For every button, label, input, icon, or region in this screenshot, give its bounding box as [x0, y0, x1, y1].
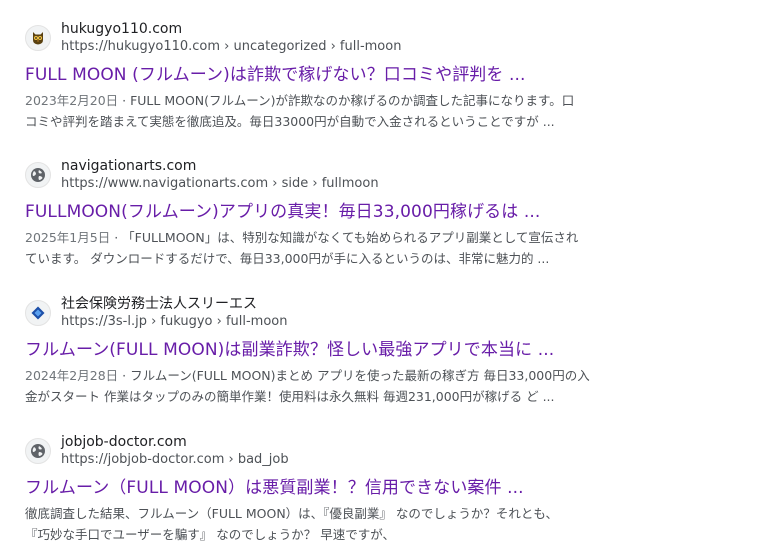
- result-source[interactable]: hukugyo110.com https://hukugyo110.com › …: [25, 20, 755, 56]
- snippet-line-2: 『巧妙な手口でユーザーを騙す』 なのでしょうか？ 早速ですが、: [25, 527, 395, 542]
- search-result: 社会保険労務士法人スリーエス https://3s-l.jp › fukugyo…: [25, 295, 755, 407]
- snippet-line-2: 金がスタート 作業はタップのみの簡単作業！使用料は永久無料 毎週231,000円…: [25, 389, 555, 404]
- result-snippet: 2024年2月28日 · フルムーン(FULL MOON)まとめ アプリを使った…: [25, 365, 645, 407]
- result-title-link[interactable]: フルムーン（FULL MOON）は悪質副業！？信用できない案件 ...: [25, 477, 755, 499]
- result-title-link[interactable]: FULLMOON(フルムーン)アプリの真実！毎日33,000円稼げるは ...: [25, 201, 755, 223]
- snippet-line-2: ています。 ダウンロードするだけで、毎日33,000円が手に入るというのは、非常…: [25, 251, 550, 266]
- diamond-logo-icon: [25, 300, 51, 326]
- site-url: https://3s-l.jp › fukugyo › full-moon: [61, 314, 288, 329]
- result-snippet: 徹底調査した結果、フルムーン（FULL MOON）は、『優良副業』 なのでしょう…: [25, 503, 645, 545]
- site-name: jobjob-doctor.com: [61, 434, 187, 450]
- site-name: 社会保険労務士法人スリーエス: [61, 296, 257, 312]
- site-name: hukugyo110.com: [61, 21, 183, 37]
- search-result: jobjob-doctor.com https://jobjob-doctor.…: [25, 433, 755, 545]
- snippet-line-1: 2024年2月28日 · フルムーン(FULL MOON)まとめ アプリを使った…: [25, 365, 645, 386]
- result-source[interactable]: jobjob-doctor.com https://jobjob-doctor.…: [25, 433, 755, 469]
- site-url: https://www.navigationarts.com › side › …: [61, 176, 379, 191]
- search-result: hukugyo110.com https://hukugyo110.com › …: [25, 20, 755, 132]
- result-title-link[interactable]: フルムーン(FULL MOON)は副業詐欺？怪しい最強アプリで本当に ...: [25, 339, 755, 361]
- snippet-text: · フルムーン(FULL MOON)まとめ アプリを使った最新の稼ぎ方 毎日33…: [118, 368, 590, 383]
- snippet-line-1: 2025年1月5日 · 「FULLMOON」は、特別な知識がなくても始められるア…: [25, 227, 645, 248]
- site-url: https://jobjob-doctor.com › bad_job: [61, 452, 289, 467]
- site-url: https://hukugyo110.com › uncategorized ›…: [61, 39, 402, 54]
- result-source[interactable]: navigationarts.com https://www.navigatio…: [25, 157, 755, 193]
- snippet-text: · FULL MOON(フルムーン)が詐欺なのか稼げるのか調査した記事になります…: [118, 93, 575, 108]
- snippet-text: · 「FULLMOON」は、特別な知識がなくても始められるアプリ副業として宣伝さ…: [110, 230, 579, 245]
- site-name: navigationarts.com: [61, 158, 197, 174]
- result-date: 2023年2月20日: [25, 93, 119, 108]
- search-result: navigationarts.com https://www.navigatio…: [25, 157, 755, 269]
- result-source[interactable]: 社会保険労務士法人スリーエス https://3s-l.jp › fukugyo…: [25, 295, 755, 331]
- result-title-link[interactable]: FULL MOON (フルムーン)は詐欺で稼げない？口コミや評判を ...: [25, 64, 755, 86]
- snippet-line-2: コミや評判を踏まえて実態を徹底追及。毎日33000円が自動で入金されるということ…: [25, 114, 555, 129]
- snippet-line-1: 徹底調査した結果、フルムーン（FULL MOON）は、『優良副業』 なのでしょう…: [25, 506, 559, 521]
- result-snippet: 2025年1月5日 · 「FULLMOON」は、特別な知識がなくても始められるア…: [25, 227, 645, 269]
- result-date: 2024年2月28日: [25, 368, 119, 383]
- owl-logo-icon: [25, 25, 51, 51]
- snippet-line-1: 2023年2月20日 · FULL MOON(フルムーン)が詐欺なのか稼げるのか…: [25, 90, 645, 111]
- globe-icon: [25, 162, 51, 188]
- result-snippet: 2023年2月20日 · FULL MOON(フルムーン)が詐欺なのか稼げるのか…: [25, 90, 645, 132]
- result-date: 2025年1月5日: [25, 230, 111, 245]
- globe-icon: [25, 438, 51, 464]
